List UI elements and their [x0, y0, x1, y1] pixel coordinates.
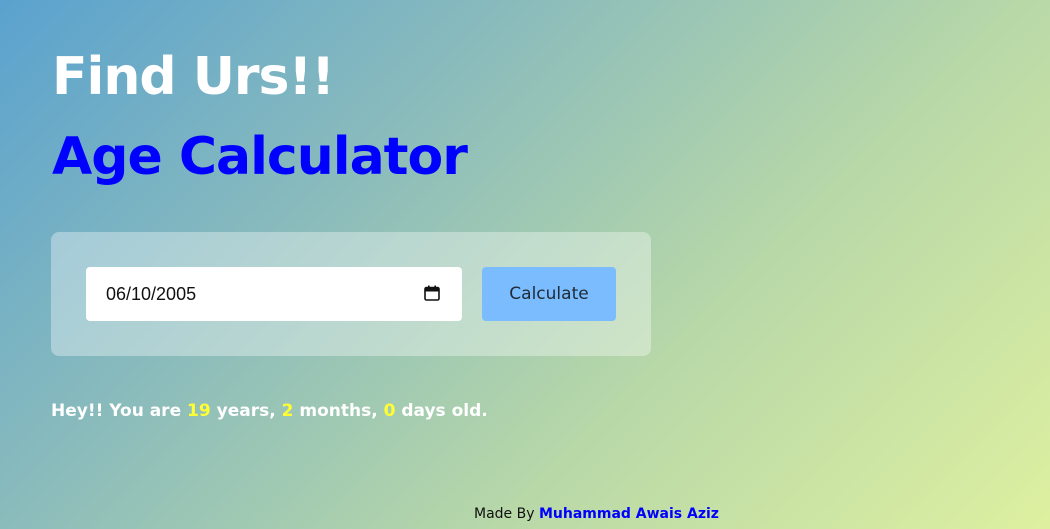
page-title: Find Urs!! [52, 47, 335, 107]
result-years: 19 [187, 401, 211, 421]
result-days-label: days old. [395, 401, 488, 421]
page-subtitle: Age Calculator [52, 127, 468, 187]
footer-made-by: Made By [474, 506, 539, 522]
birthdate-value[interactable]: 06/10/2005 [106, 267, 196, 321]
birthdate-input[interactable]: 06/10/2005 [86, 267, 462, 321]
age-result: Hey!! You are 19 years, 2 months, 0 days… [51, 398, 488, 424]
author-link[interactable]: Muhammad Awais Aziz [539, 506, 719, 522]
calendar-icon[interactable] [424, 285, 440, 301]
result-months-label: months, [293, 401, 384, 421]
result-months: 2 [281, 401, 294, 421]
footer-credit: Made By Muhammad Awais Aziz [474, 504, 719, 524]
result-prefix: Hey!! You are [51, 401, 188, 421]
calculate-button[interactable]: Calculate [482, 267, 616, 321]
calculator-card: 06/10/2005 Calculate [51, 232, 651, 356]
result-years-label: years, [210, 401, 282, 421]
result-days: 0 [383, 401, 396, 421]
